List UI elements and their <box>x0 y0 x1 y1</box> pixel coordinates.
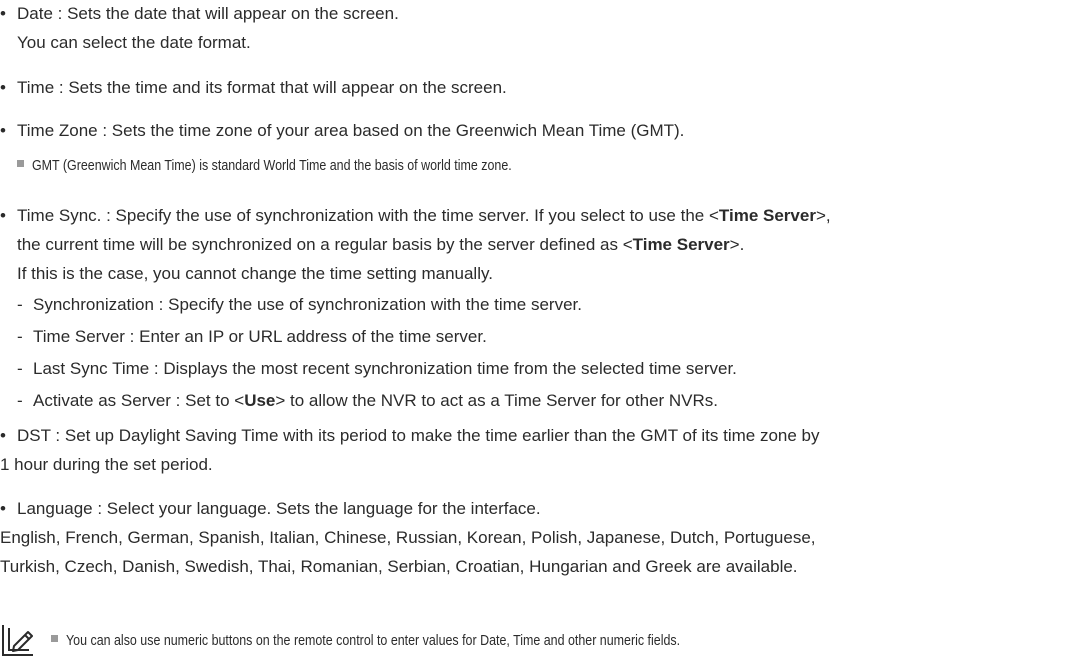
dst-line-2-row: 1 hour during the set period. <box>0 453 213 476</box>
date-line-2: You can select the date format. <box>17 33 251 52</box>
footer-note-text: You can also use numeric buttons on the … <box>66 632 681 649</box>
sub-item-text: Synchronization : Specify the use of syn… <box>33 295 582 314</box>
language-item: • Language : Select your language. Sets t… <box>0 497 541 520</box>
activate-text-bold: Use <box>244 391 276 410</box>
time-sync-line-3: If this is the case, you cannot change t… <box>17 264 493 283</box>
sub-item-time-server: - Time Server : Enter an IP or URL addres… <box>17 325 487 348</box>
time-sync-line-2-row: the current time will be synchronized on… <box>17 233 744 256</box>
time-sync-line-3-row: If this is the case, you cannot change t… <box>17 262 493 285</box>
footer-note: You can also use numeric buttons on the … <box>51 628 806 652</box>
manual-page: • Date : Sets the date that will appear o… <box>0 0 1069 660</box>
bullet-icon: • <box>0 78 6 97</box>
sub-item-synchronization: - Synchronization : Specify the use of sy… <box>17 293 582 316</box>
bullet-icon: • <box>0 499 6 518</box>
dst-line-2: 1 hour during the set period. <box>0 455 213 474</box>
time-sync-line-1a: Time Sync. : Specify the use of synchron… <box>17 206 719 225</box>
time-line-1: Time : Sets the time and its format that… <box>17 78 507 97</box>
note-marker-icon <box>51 635 58 642</box>
time-zone-note-text: GMT (Greenwich Mean Time) is standard Wo… <box>32 157 512 174</box>
time-sync-line-2a: the current time will be synchronized on… <box>17 235 633 254</box>
sub-item-text: Last Sync Time : Displays the most recen… <box>33 359 737 378</box>
date-item: • Date : Sets the date that will appear o… <box>0 2 399 25</box>
bullet-icon: • <box>0 121 6 140</box>
activate-text-b: > to allow the NVR to act as a Time Serv… <box>275 391 719 410</box>
time-item: • Time : Sets the time and its format tha… <box>0 76 507 99</box>
language-line-3-row: Turkish, Czech, Danish, Swedish, Thai, R… <box>0 555 798 578</box>
note-marker-icon <box>17 160 24 167</box>
bullet-icon: • <box>0 206 6 225</box>
language-line-3: Turkish, Czech, Danish, Swedish, Thai, R… <box>0 557 798 576</box>
language-line-1: Language : Select your language. Sets th… <box>17 499 541 518</box>
dash-icon: - <box>17 295 23 314</box>
time-zone-note: GMT (Greenwich Mean Time) is standard Wo… <box>17 153 610 177</box>
time-sync-line-1b: >, <box>815 206 831 225</box>
time-sync-line-2b: >. <box>729 235 745 254</box>
dash-icon: - <box>17 327 23 346</box>
bullet-icon: • <box>0 4 6 23</box>
time-sync-item: • Time Sync. : Specify the use of synchro… <box>0 204 831 227</box>
time-zone-line-1: Time Zone : Sets the time zone of your a… <box>17 121 685 140</box>
dash-icon: - <box>17 391 23 410</box>
time-sync-line-1-bold: Time Server <box>718 206 816 225</box>
time-sync-line-2-bold: Time Server <box>632 235 730 254</box>
bullet-icon: • <box>0 426 6 445</box>
date-line-1: Date : Sets the date that will appear on… <box>17 4 399 23</box>
activate-text-a: Activate as Server : Set to < <box>33 391 245 410</box>
pencil-note-icon <box>2 625 33 656</box>
language-line-2-row: English, French, German, Spanish, Italia… <box>0 526 816 549</box>
dst-line-1: DST : Set up Daylight Saving Time with i… <box>17 426 820 445</box>
dst-item: • DST : Set up Daylight Saving Time with … <box>0 424 820 447</box>
dash-icon: - <box>17 359 23 378</box>
date-line-2-row: You can select the date format. <box>17 31 251 54</box>
sub-item-activate-as-server: - Activate as Server : Set to <Use> to al… <box>17 389 718 412</box>
language-line-2: English, French, German, Spanish, Italia… <box>0 528 816 547</box>
time-zone-item: • Time Zone : Sets the time zone of your … <box>0 119 684 142</box>
sub-item-last-sync-time: - Last Sync Time : Displays the most rece… <box>17 357 737 380</box>
sub-item-text: Time Server : Enter an IP or URL address… <box>33 327 487 346</box>
